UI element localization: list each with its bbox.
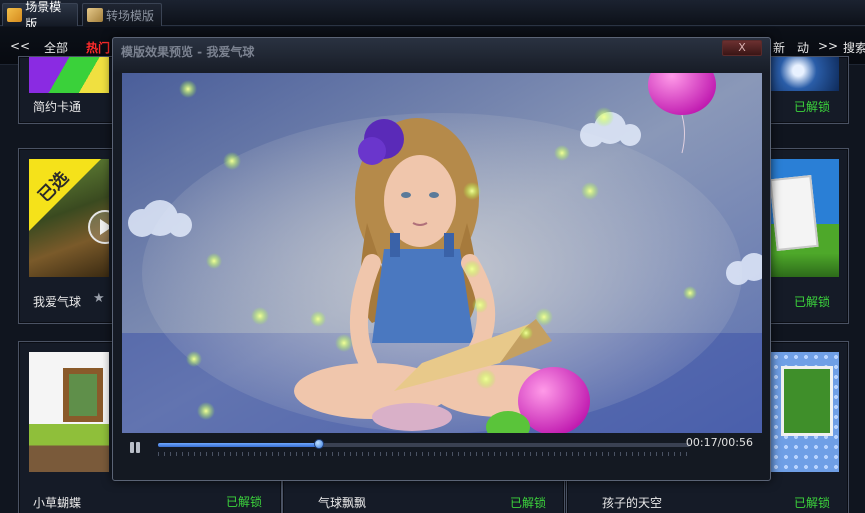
pause-icon[interactable] xyxy=(128,441,142,455)
unlock-status: 已解锁 xyxy=(510,496,547,510)
template-name: 我爱气球 xyxy=(33,295,82,309)
video-frame-image xyxy=(122,73,762,433)
template-name: 孩子的天空 xyxy=(602,496,663,510)
tab-scene-template[interactable]: 场景模版 xyxy=(2,0,78,31)
category-hot[interactable]: 热门 xyxy=(86,39,110,56)
progress-ticks xyxy=(158,452,690,456)
dialog-title: 模版效果预览 - 我爱气球 xyxy=(121,45,255,59)
unlock-status: 已解锁 xyxy=(794,295,831,309)
favorite-star-icon[interactable]: ★ xyxy=(93,291,105,306)
progress-slider-handle[interactable] xyxy=(314,439,325,449)
scene-template-icon xyxy=(7,8,23,22)
template-thumbnail xyxy=(771,352,839,472)
playback-timecode: 00:17/00:56 xyxy=(685,436,753,449)
template-thumbnail xyxy=(771,57,839,91)
close-button[interactable]: X xyxy=(722,40,762,56)
template-name: 简约卡通 xyxy=(33,100,82,114)
category-dynamic[interactable]: 动 xyxy=(797,39,809,56)
template-tab-bar: 场景模版 转场模版 xyxy=(0,0,865,31)
transition-template-icon xyxy=(87,8,103,22)
template-app: 场景模版 转场模版 << 全部 热门 新 动 >> 搜索 简约卡通 已解锁 已选… xyxy=(0,0,865,513)
template-thumbnail: 已选 xyxy=(29,159,109,277)
selected-badge xyxy=(29,159,109,244)
category-prev-button[interactable]: << xyxy=(10,39,30,53)
tab-label: 转场模版 xyxy=(106,8,155,23)
template-thumbnail xyxy=(771,159,839,277)
category-new[interactable]: 新 xyxy=(773,39,785,56)
template-thumbnail xyxy=(29,352,109,472)
close-icon: X xyxy=(738,41,746,54)
playback-controls: 00:17/00:56 xyxy=(122,435,762,465)
template-name: 气球飘飘 xyxy=(318,496,367,510)
search-button[interactable]: 搜索 xyxy=(843,39,865,56)
unlock-status: 已解锁 xyxy=(794,496,831,510)
unlock-status: 已解锁 xyxy=(226,495,263,509)
progress-fill xyxy=(158,443,320,447)
category-next-button[interactable]: >> xyxy=(818,39,838,53)
unlock-status: 已解锁 xyxy=(794,100,831,114)
template-thumbnail xyxy=(29,57,109,93)
progress-track[interactable] xyxy=(158,439,690,449)
template-preview-dialog: 模版效果预览 - 我爱气球 X 00:17/00:56 xyxy=(112,37,771,481)
category-all[interactable]: 全部 xyxy=(44,39,68,56)
template-name: 小草蝴蝶 xyxy=(33,496,82,510)
tab-transition-template[interactable]: 转场模版 xyxy=(82,3,162,26)
video-preview[interactable] xyxy=(122,73,762,433)
